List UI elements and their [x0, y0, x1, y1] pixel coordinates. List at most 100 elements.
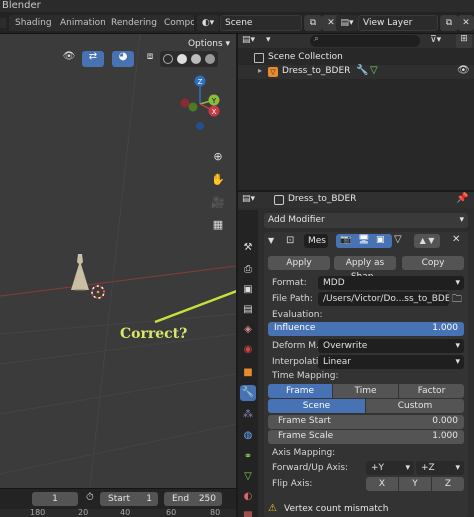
view-layer-field[interactable]: View Layer	[358, 15, 438, 31]
outliner-editor-type-icon[interactable]: ▤▾	[242, 35, 262, 47]
visibility-icon[interactable]: 👁	[60, 51, 78, 67]
outliner-display-mode-icon[interactable]: ▾	[266, 35, 280, 47]
frame-ruler[interactable]: 180 20 40 60 80	[0, 508, 236, 517]
pin-icon[interactable]: 📌	[456, 193, 468, 204]
particles-tab-icon[interactable]: ⁂	[240, 407, 256, 423]
stopwatch-icon[interactable]: ⏱	[86, 492, 94, 503]
mesh-data-icon[interactable]: ▽	[370, 65, 378, 76]
filter-icon[interactable]: ⊽▾	[430, 35, 452, 47]
output-tab-icon[interactable]: ▣	[240, 282, 256, 298]
apply-button[interactable]: Apply	[268, 256, 330, 270]
texture-tab-icon[interactable]: ▩	[240, 508, 256, 517]
modifier-name-field[interactable]: Mes	[304, 234, 328, 248]
move-up-down-icon[interactable]: ▲ ▼	[414, 234, 440, 248]
apply-as-shape-button[interactable]: Apply as Shap..	[334, 256, 396, 282]
up-axis-value: +Z	[421, 463, 435, 473]
tool-tab-icon[interactable]: ⚒	[240, 240, 256, 256]
collapse-arrow-icon[interactable]: ▼	[268, 236, 274, 245]
frame-scale-field[interactable]: Frame Scale 1.000	[268, 430, 464, 444]
rendered-shading-icon[interactable]	[205, 54, 215, 64]
xray-toggle-icon[interactable]: ⧈	[143, 51, 157, 67]
new-view-layer-icon[interactable]: ⧉	[440, 15, 458, 31]
file-path-field[interactable]: /Users/Victor/Do...ss_to_BDER.pc2	[318, 292, 449, 306]
gizmo-z-label: Z	[198, 78, 203, 86]
scene-selector-icon[interactable]: ◐▾	[197, 15, 219, 31]
modifier-wrench-icon[interactable]: 🔧	[356, 65, 368, 76]
eye-visibility-icon[interactable]: 👁	[457, 65, 470, 76]
time-mapping-factor[interactable]: Factor	[399, 384, 464, 398]
overlay-toggle-icon[interactable]: ◕	[112, 51, 134, 67]
render-icon[interactable]: ▣	[376, 235, 385, 245]
zoom-icon[interactable]: ⊕	[208, 150, 228, 168]
forward-axis-dropdown[interactable]: +Y ▾	[366, 461, 414, 475]
delete-view-layer-icon[interactable]: ✕	[458, 15, 474, 31]
time-mapping-time[interactable]: Time	[333, 384, 398, 398]
new-scene-icon[interactable]: ⧉	[304, 15, 322, 31]
mesh-cache-icon: ⊡	[286, 235, 295, 246]
scene-name-field[interactable]: Scene	[220, 15, 302, 31]
play-mode-scene[interactable]: Scene	[268, 399, 365, 413]
ruler-tick: 20	[78, 508, 89, 517]
influence-slider[interactable]: Influence 1.000	[268, 322, 464, 336]
tab-rendering[interactable]: Rendering	[105, 15, 163, 31]
outliner-search-input[interactable]: ⌕	[310, 34, 420, 47]
flip-axis-x[interactable]: X	[366, 477, 398, 491]
deform-mode-label: Deform M...	[272, 341, 325, 351]
pan-hand-icon[interactable]: ✋	[208, 173, 228, 191]
tab-shading[interactable]: Shading	[9, 15, 58, 31]
remove-modifier-icon[interactable]: ✕	[452, 234, 460, 245]
flip-axis-z[interactable]: Z	[432, 477, 464, 491]
interpolation-dropdown[interactable]: Linear ▾	[318, 355, 464, 369]
time-mapping-frame[interactable]: Frame	[268, 384, 332, 398]
wireframe-shading-icon[interactable]	[163, 54, 173, 64]
format-dropdown[interactable]: MDD ▾	[318, 276, 464, 290]
camera-view-icon[interactable]: 🎥	[208, 196, 228, 214]
end-label: End	[172, 494, 190, 504]
render-tab-icon[interactable]: ⎙	[240, 262, 256, 278]
up-axis-dropdown[interactable]: +Z ▾	[416, 461, 464, 475]
material-tab-icon[interactable]: ◐	[240, 489, 256, 505]
folder-browse-icon[interactable]: 🗀	[452, 292, 462, 309]
flip-axis-y[interactable]: Y	[399, 477, 431, 491]
view-layer-selector-icon[interactable]: ▤▾	[336, 15, 358, 31]
deform-mode-dropdown[interactable]: Overwrite ▾	[318, 339, 464, 353]
new-collection-icon[interactable]: ⊞	[456, 34, 472, 48]
ruler-tick: 40	[120, 508, 131, 517]
physics-tab-icon[interactable]: ◍	[240, 428, 256, 444]
end-value: 250	[198, 494, 216, 504]
3d-viewport[interactable]: Options ▾ 👁 ⇄ ◕ ⧈ Z Y X ⊕ ✋ 🎥 ▦ Correct?	[0, 34, 236, 488]
expand-arrow-icon[interactable]: ▸	[258, 66, 262, 75]
play-mode-custom[interactable]: Custom	[366, 399, 464, 413]
end-frame-field[interactable]: End 250	[164, 492, 222, 506]
view-layer-tab-icon[interactable]: ▤	[240, 302, 256, 318]
modifier-tab-icon[interactable]: 🔧	[240, 385, 256, 401]
options-button[interactable]: Options ▾	[187, 37, 231, 51]
data-tab-icon[interactable]: ▽	[240, 469, 256, 485]
start-value: 1	[146, 494, 152, 504]
gizmo-toggle-icon[interactable]: ⇄	[82, 51, 104, 67]
material-shading-icon[interactable]	[191, 54, 201, 64]
chevron-down-icon: ▾	[405, 463, 410, 473]
edit-mode-icon[interactable]: 📷	[340, 235, 351, 245]
tab-compositing[interactable]: Compo	[158, 15, 194, 31]
world-tab-icon[interactable]: ◉	[240, 342, 256, 358]
gizmo-x-label: X	[212, 108, 217, 116]
start-frame-field[interactable]: Start 1	[100, 492, 158, 506]
copy-button[interactable]: Copy	[402, 256, 464, 270]
properties-editor-type-icon[interactable]: ▤▾	[242, 194, 255, 204]
cage-mode-icon[interactable]: ▽	[394, 234, 406, 248]
constraints-tab-icon[interactable]: ⚭	[240, 449, 256, 465]
frame-start-value: 0.000	[432, 416, 458, 426]
ruler-tick: 180	[30, 508, 46, 517]
realtime-icon[interactable]: 🖥	[358, 235, 369, 245]
scene-tab-icon[interactable]: ◈	[240, 322, 256, 338]
solid-shading-icon[interactable]	[177, 54, 187, 64]
object-tab-icon[interactable]: ■	[240, 365, 256, 381]
add-modifier-dropdown[interactable]: Add Modifier ▾	[264, 213, 468, 228]
tab-animation[interactable]: Animation	[54, 15, 112, 31]
frame-start-field[interactable]: Frame Start 0.000	[268, 415, 464, 429]
outliner-object-name[interactable]: Dress_to_BDER	[282, 66, 350, 76]
scene-collection-label[interactable]: Scene Collection	[268, 52, 343, 62]
perspective-grid-icon[interactable]: ▦	[208, 218, 228, 236]
current-frame-field[interactable]: 1	[32, 492, 78, 506]
